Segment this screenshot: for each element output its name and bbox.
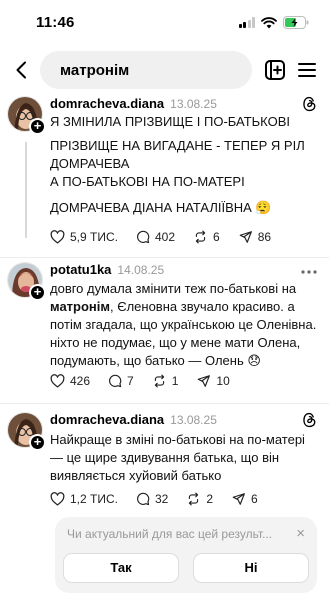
threads-logo-icon: [303, 96, 316, 112]
feedback-yes-button[interactable]: Так: [63, 553, 179, 583]
heart-icon: [50, 230, 65, 244]
repost-icon: [154, 374, 164, 388]
post-date: 13.08.25: [170, 413, 217, 427]
thread-post[interactable]: + potatu1ka 14.08.25 довго думала змінит…: [0, 262, 329, 400]
comment-icon: [109, 374, 122, 388]
thread-post[interactable]: + domracheva.diana 13.08.25 Я ЗМІНИЛА ПР…: [0, 96, 329, 252]
follow-plus-icon[interactable]: +: [29, 118, 46, 135]
reply-count: 32: [154, 492, 169, 506]
reply-button[interactable]: 402: [136, 230, 175, 244]
follow-plus-icon[interactable]: +: [29, 284, 46, 301]
avatar-wrap[interactable]: +: [7, 96, 46, 135]
repost-button[interactable]: 6: [193, 230, 220, 244]
cellular-signal-icon: [238, 17, 255, 28]
battery-charging-icon: [283, 16, 309, 29]
share-button[interactable]: 6: [231, 492, 258, 506]
thread-post[interactable]: + domracheva.diana 13.08.25 Найкраще в з…: [0, 412, 329, 512]
post-meta: domracheva.diana 13.08.25: [50, 412, 320, 428]
search-box[interactable]: [40, 51, 252, 89]
comment-icon: [137, 492, 150, 506]
post-paragraph: Я ЗМІНИЛА ПРІЗВИЩЕ І ПО-БАТЬКОВІ: [50, 114, 291, 129]
repost-icon: [195, 230, 206, 244]
reply-button[interactable]: 32: [136, 492, 168, 506]
wifi-icon: [261, 16, 277, 28]
post-paragraph: А ПО-БАТЬКОВІ НА ПО-МАТЕРІ: [50, 174, 245, 189]
threads-logo-button[interactable]: [302, 96, 317, 117]
heart-icon: [50, 374, 65, 388]
repost-button[interactable]: 2: [186, 492, 213, 506]
add-button[interactable]: [262, 57, 288, 83]
like-count: 426: [70, 374, 91, 388]
like-button[interactable]: 426: [50, 374, 90, 388]
feedback-question: Чи актуальний для вас цей результ...: [67, 527, 273, 541]
relevance-feedback-card: Чи актуальний для вас цей результ... × Т…: [55, 517, 317, 593]
send-icon: [239, 231, 252, 243]
status-time: 11:46: [36, 14, 75, 31]
post-text-part: довго думала змінити теж по-батькові на: [50, 281, 297, 296]
post-body: potatu1ka 14.08.25 довго думала змінити …: [50, 262, 320, 388]
share-button[interactable]: 86: [238, 230, 271, 244]
status-icons: [238, 16, 310, 29]
heart-icon: [50, 492, 65, 506]
post-body: domracheva.diana 13.08.25 Найкраще в змі…: [50, 412, 320, 506]
repost-count: 6: [213, 230, 220, 244]
more-dots-icon: [301, 270, 317, 274]
post-text: Найкраще в зміні по-батькові на по-матер…: [50, 432, 305, 483]
like-count: 5,9 ТИС.: [70, 230, 118, 244]
like-button[interactable]: 5,9 ТИС.: [50, 230, 118, 244]
repost-count: 2: [206, 492, 214, 506]
repost-icon: [189, 492, 199, 506]
post-paragraph: ДОМРАЧЕВА ДІАНА НАТАЛІЇВНА 😮‍💨: [50, 200, 272, 215]
close-icon[interactable]: ×: [296, 525, 305, 542]
like-button[interactable]: 1,2 ТИС.: [50, 492, 118, 506]
username[interactable]: domracheva.diana: [50, 412, 164, 427]
share-count: 86: [257, 230, 272, 244]
post-actions: 426 7 1 10: [50, 374, 230, 388]
comment-icon: [137, 230, 150, 244]
post-divider: [0, 257, 329, 258]
share-count: 6: [251, 492, 258, 506]
send-icon: [198, 375, 211, 387]
status-bar: 11:46: [0, 0, 329, 46]
post-actions: 1,2 ТИС. 32 2 6: [50, 492, 258, 506]
share-count: 10: [216, 374, 230, 388]
search-match-highlight: матронім: [50, 299, 111, 314]
username[interactable]: potatu1ka: [50, 262, 111, 277]
post-date: 13.08.25: [170, 97, 217, 111]
post-divider: [0, 403, 329, 404]
threads-logo-button[interactable]: [302, 412, 317, 433]
feedback-no-button[interactable]: Ні: [193, 553, 309, 583]
username[interactable]: domracheva.diana: [50, 96, 164, 111]
avatar-wrap[interactable]: +: [7, 262, 46, 301]
search-input[interactable]: [60, 51, 240, 89]
back-button[interactable]: [8, 56, 34, 84]
post-body: domracheva.diana 13.08.25 Я ЗМІНИЛА ПРІЗ…: [50, 96, 320, 244]
post-text: Я ЗМІНИЛА ПРІЗВИЩЕ І ПО-БАТЬКОВІ ПРІЗВИЩ…: [50, 113, 320, 217]
share-button[interactable]: 10: [196, 374, 230, 388]
reply-count: 7: [127, 374, 134, 388]
menu-button[interactable]: [294, 57, 320, 83]
reply-count: 402: [154, 230, 176, 244]
add-square-icon: [265, 60, 285, 80]
follow-plus-icon[interactable]: +: [29, 434, 46, 451]
avatar-wrap[interactable]: +: [7, 412, 46, 451]
chevron-left-icon: [16, 61, 26, 79]
send-icon: [232, 493, 245, 505]
post-meta: potatu1ka 14.08.25: [50, 262, 320, 278]
like-count: 1,2 ТИС.: [70, 492, 118, 506]
thread-connector-line: [25, 142, 27, 238]
threads-logo-icon: [303, 412, 316, 428]
post-meta: domracheva.diana 13.08.25: [50, 96, 320, 112]
post-text: довго думала змінити теж по-батькові на …: [50, 280, 320, 370]
post-date: 14.08.25: [117, 263, 165, 277]
repost-count: 1: [171, 374, 179, 388]
search-header: [0, 50, 329, 90]
reply-button[interactable]: 7: [108, 374, 134, 388]
post-actions: 5,9 ТИС. 402 6 86: [50, 230, 271, 244]
post-paragraph: ПРІЗВИЩЕ НА ВИГАДАНЕ - ТЕПЕР Я РІЛ ДОМРА…: [50, 138, 305, 171]
more-options-button[interactable]: [301, 262, 317, 280]
hamburger-menu-icon: [298, 63, 316, 77]
repost-button[interactable]: 1: [152, 374, 179, 388]
